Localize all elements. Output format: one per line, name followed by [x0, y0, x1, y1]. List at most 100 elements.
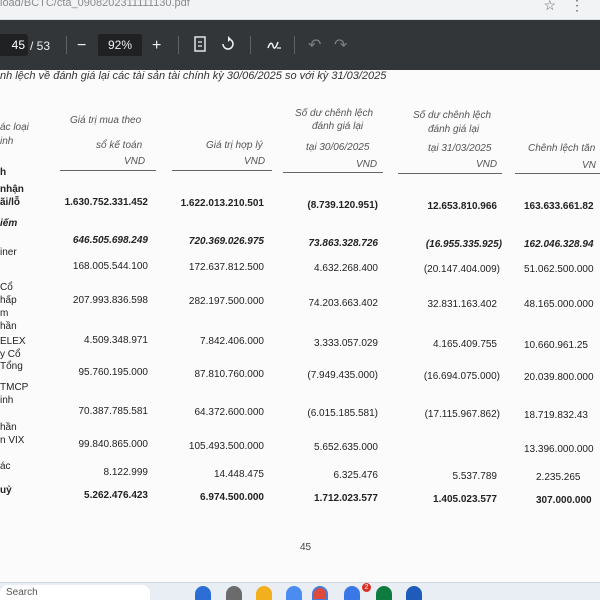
toolbar-divider — [250, 36, 251, 54]
table-cell: 1.622.013.210.501 — [180, 198, 264, 209]
table-cell: 1.630.752.331.452 — [64, 197, 148, 208]
toolbar-divider — [294, 36, 295, 54]
word-icon[interactable] — [406, 586, 422, 600]
edge-browser-icon[interactable] — [195, 586, 211, 600]
table-cell: 646.505.698.249 — [72, 235, 148, 246]
app-icon[interactable] — [286, 586, 302, 600]
col1-underline — [60, 170, 156, 171]
app-icon[interactable] — [226, 586, 242, 600]
rotate-button[interactable] — [220, 36, 236, 56]
rotate-icon — [222, 36, 234, 50]
table-cell: 48.165.000.000 — [524, 299, 594, 310]
col1-header-line1: Giá trị mua theo — [70, 115, 142, 126]
table-cell: 51.062.500.000 — [524, 264, 594, 275]
taskbar: Search 2 — [0, 582, 600, 600]
row-label: Cổ — [0, 282, 13, 293]
fit-page-button[interactable] — [194, 36, 206, 56]
table-cell: 4.165.409.755 — [433, 339, 497, 350]
page-number-input[interactable]: 45 — [0, 34, 28, 56]
row-label: ELEX — [0, 336, 26, 347]
browser-address-bar[interactable]: load/BCTC/cta_0908202311111130.pdf ☆ ⋮ — [0, 0, 600, 20]
pdf-toolbar: 45 / 53 − 92% + ↶ ↷ — [0, 20, 600, 70]
redo-button[interactable]: ↷ — [334, 36, 347, 56]
browser-menu-icon[interactable]: ⋮ — [570, 0, 584, 14]
table-cell: (6.015.185.581) — [307, 408, 378, 419]
table-cell: 1.405.023.577 — [433, 494, 497, 505]
pdf-page: nh lệch về đánh giá lại các tài sản tài … — [0, 70, 600, 582]
zoom-in-button[interactable]: + — [152, 36, 161, 56]
zoom-level-input[interactable]: 92% — [98, 34, 142, 56]
table-cell: (17.115.967.862) — [424, 409, 500, 420]
col4-header-unit: VND — [476, 159, 498, 170]
chrome-browser-icon[interactable] — [312, 586, 328, 600]
row-label: iner — [0, 247, 17, 258]
document-title: nh lệch về đánh giá lại các tài sản tài … — [0, 70, 387, 82]
excel-icon[interactable] — [376, 586, 392, 600]
col5-underline — [515, 173, 600, 174]
table-cell: 10.660.961.25 — [524, 340, 588, 351]
col4-header-line2: đánh giá lại — [428, 124, 480, 135]
undo-button[interactable]: ↶ — [308, 36, 321, 56]
redo-icon: ↷ — [334, 37, 348, 54]
table-cell: 6.974.500.000 — [200, 492, 264, 503]
col3-header-line2: đánh giá lại — [312, 121, 364, 132]
undo-icon: ↶ — [308, 37, 322, 54]
table-cell: 8.122.999 — [103, 467, 149, 478]
table-cell: 4.632.268.400 — [314, 263, 378, 274]
table-cell: 13.396.000.000 — [524, 444, 594, 455]
bookmark-star-icon[interactable]: ☆ — [543, 0, 556, 14]
row-label: hần — [0, 321, 17, 332]
col1-header-unit: VND — [124, 156, 146, 167]
page-total: / 53 — [30, 39, 51, 53]
row-label: m — [0, 308, 9, 319]
fit-page-icon — [194, 36, 206, 52]
row-label: inh — [0, 395, 14, 406]
row-label: Tổng — [0, 361, 23, 372]
row-label: uỷ — [0, 485, 12, 496]
table-cell: 95.760.195.000 — [78, 367, 148, 378]
table-cell: (16.694.075.000) — [423, 371, 500, 382]
table-cell: 32.831.163.402 — [427, 299, 497, 310]
table-cell: 5.537.789 — [452, 471, 498, 482]
table-cell: 74.203.663.402 — [308, 298, 378, 309]
table-cell: 168.005.544.100 — [72, 261, 148, 272]
table-cell: 163.633.661.82 — [524, 201, 594, 212]
col2-header-line1: Giá trị hợp lý — [206, 140, 263, 151]
table-cell: 3.333.057.029 — [314, 338, 378, 349]
pen-draw-icon — [267, 41, 281, 49]
row-label: y Cổ — [0, 349, 21, 360]
table-cell: 14.448.475 — [213, 469, 264, 480]
table-cell: 207.993.836.598 — [72, 295, 148, 306]
table-cell: 12.653.810.966 — [427, 201, 497, 212]
table-cell: (7.949.435.000) — [307, 370, 378, 381]
taskbar-search-input[interactable]: Search — [0, 585, 150, 600]
zoom-out-button[interactable]: − — [77, 36, 86, 56]
col4-underline — [398, 173, 502, 174]
table-cell: 73.863.328.726 — [308, 238, 378, 249]
table-cell: 172.637.812.500 — [188, 262, 264, 273]
table-cell: (20.147.404.009) — [423, 264, 500, 275]
table-cell: (16.955.335.925) — [425, 239, 502, 250]
table-cell: 64.372.600.000 — [194, 407, 264, 418]
row-label: TMCP — [0, 382, 29, 393]
row-label: iếm — [0, 218, 18, 229]
app-icon[interactable] — [344, 586, 360, 600]
col3-header-line1: Số dư chênh lệch — [295, 108, 374, 119]
row-label: h — [0, 167, 7, 178]
file-explorer-icon[interactable] — [256, 586, 272, 600]
table-cell: 162.046.328.94 — [524, 239, 594, 250]
row-label: hần — [0, 422, 17, 433]
table-cell: 20.039.800.000 — [524, 372, 594, 383]
table-cell: 307.000.000 — [536, 495, 592, 506]
col5-header-line1: Chênh lệch tăn — [528, 143, 596, 154]
table-cell: 720.369.026.975 — [188, 236, 264, 247]
draw-button[interactable] — [266, 36, 282, 56]
col0-header-line2: inh — [0, 136, 14, 147]
table-cell: 1.712.023.577 — [314, 493, 378, 504]
url-text[interactable]: load/BCTC/cta_0908202311111130.pdf — [0, 0, 190, 10]
table-cell: 5.262.476.423 — [84, 490, 148, 501]
table-cell: 2.235.265 — [536, 472, 581, 483]
row-label: ãi/lỗ — [0, 197, 21, 208]
table-cell: 4.509.348.971 — [84, 335, 148, 346]
col2-underline — [172, 170, 272, 171]
